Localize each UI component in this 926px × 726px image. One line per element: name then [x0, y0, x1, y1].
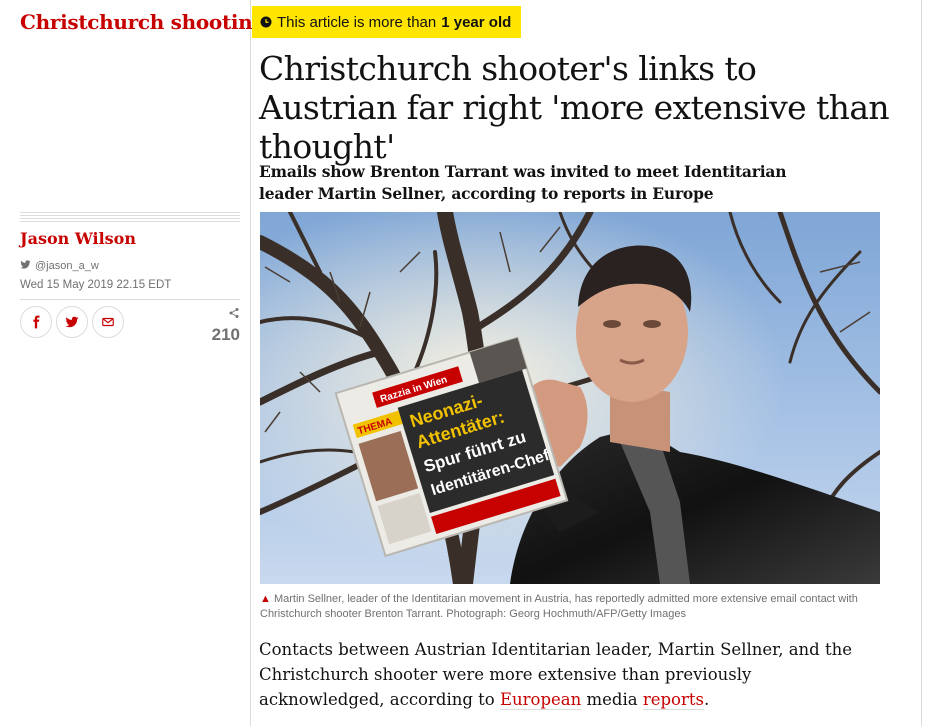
article-body-paragraph: Contacts between Austrian Identitarian l… — [259, 637, 879, 712]
article-photo: Razzia in Wien THEMA Neonazi- Attentäter… — [260, 212, 880, 584]
caption-text: Martin Sellner, leader of the Identitari… — [260, 593, 858, 620]
share-icon — [229, 308, 239, 318]
twitter-handle: @jason_a_w — [35, 260, 99, 272]
european-link[interactable]: European — [499, 690, 582, 710]
author-name-link[interactable]: Jason Wilson — [20, 229, 136, 248]
reports-link[interactable]: reports — [642, 690, 704, 710]
right-border — [921, 0, 922, 726]
twitter-icon — [65, 316, 79, 328]
twitter-bird-icon — [20, 259, 31, 273]
author-twitter-link[interactable]: @jason_a_w — [20, 259, 99, 273]
email-icon — [102, 317, 114, 327]
byline-rule — [20, 212, 240, 213]
share-buttons — [20, 306, 124, 338]
notice-age: 1 year old — [441, 13, 512, 31]
photo-caption: ▲ Martin Sellner, leader of the Identita… — [260, 592, 875, 622]
body-text-post: . — [703, 690, 710, 709]
publish-date: Wed 15 May 2019 22.15 EDT — [20, 279, 172, 291]
caption-triangle-icon: ▲ — [260, 593, 271, 605]
section-kicker-link[interactable]: Christchurch shooting — [20, 10, 266, 34]
share-facebook-button[interactable] — [20, 306, 52, 338]
article-headline: Christchurch shooter's links to Austrian… — [259, 49, 890, 166]
byline-rule — [20, 218, 240, 219]
byline-rule — [20, 215, 240, 216]
body-text-mid: media — [581, 690, 643, 709]
article-page: Christchurch shooting Jason Wilson @jaso… — [0, 0, 926, 726]
byline-rule — [20, 221, 240, 222]
article-age-notice: This article is more than 1 year old — [252, 6, 522, 38]
notice-prefix: This article is more than — [277, 13, 437, 31]
column-divider — [250, 0, 251, 726]
share-divider — [20, 299, 240, 300]
clock-icon — [260, 16, 272, 28]
share-email-button[interactable] — [92, 306, 124, 338]
share-count: 210 — [200, 306, 240, 345]
share-twitter-button[interactable] — [56, 306, 88, 338]
article-standfirst: Emails show Brenton Tarrant was invited … — [259, 162, 787, 203]
facebook-icon — [33, 315, 40, 329]
share-count-value: 210 — [211, 325, 240, 344]
